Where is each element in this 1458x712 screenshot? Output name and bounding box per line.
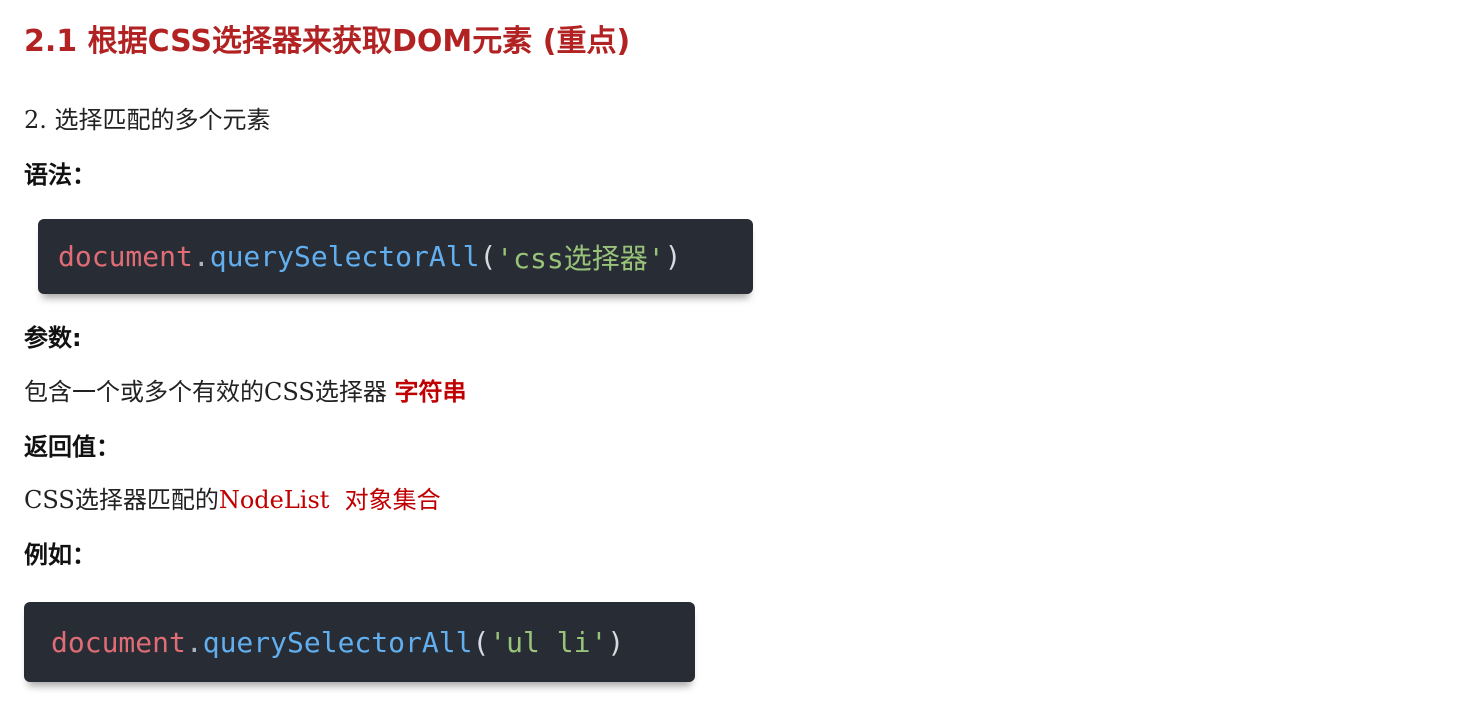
params-emphasis: 字符串 — [394, 378, 467, 406]
code-method: querySelectorAll — [202, 625, 473, 659]
code-close-paren: ) — [607, 625, 625, 659]
code-close-paren: ) — [664, 240, 682, 273]
code-dot: . — [192, 240, 210, 273]
syntax-label: 语法： — [24, 161, 96, 189]
intro-text: 2. 选择匹配的多个元素 — [24, 106, 271, 134]
example-code-block: document. querySelectorAll('ul li') — [24, 602, 695, 682]
return-label: 返回值： — [24, 433, 120, 461]
code-object: document — [58, 240, 193, 273]
section-heading: 2.1 根据CSS选择器来获取DOM元素 (重点) — [24, 24, 631, 59]
return-type: NodeList 对象集合 — [218, 486, 441, 514]
syntax-code-block: document. querySelectorAll('css选择器') — [38, 219, 753, 294]
code-open-paren: ( — [479, 240, 497, 273]
example-label: 例如： — [24, 541, 96, 569]
code-argument: 'css选择器' — [496, 241, 665, 275]
code-open-paren: ( — [472, 625, 490, 659]
params-text: 包含一个或多个有效的CSS选择器 — [24, 378, 395, 406]
params-label: 参数: — [24, 324, 82, 352]
code-object: document — [51, 625, 186, 659]
code-method: querySelectorAll — [209, 240, 480, 273]
return-text: CSS选择器匹配的 — [24, 486, 219, 514]
code-argument: 'ul li' — [489, 625, 608, 659]
params-description: 包含一个或多个有效的CSS选择器 字符串 — [24, 375, 466, 409]
return-description: CSS选择器匹配的NodeList 对象集合 — [24, 483, 441, 517]
code-dot: . — [185, 625, 203, 659]
